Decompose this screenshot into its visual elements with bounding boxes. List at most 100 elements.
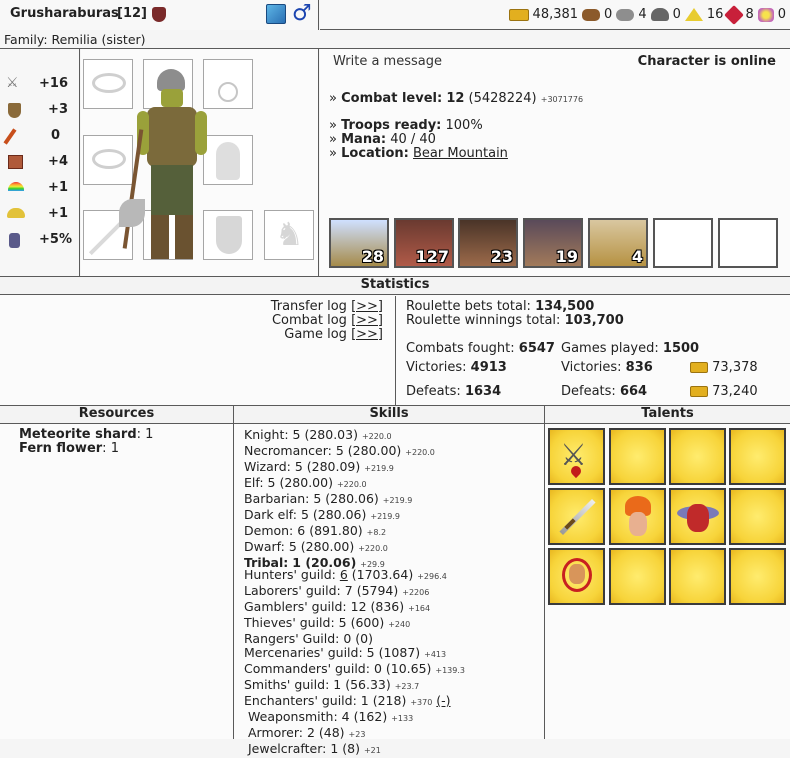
- stat-luck: +1: [6, 179, 76, 197]
- ore-icon: [616, 8, 635, 21]
- combat-log-label: Combat log: [271, 313, 347, 328]
- hunters-guild-link[interactable]: 6: [340, 567, 348, 582]
- resources-title: Resources: [0, 406, 233, 424]
- ring-slot-1[interactable]: [83, 59, 133, 109]
- ring-slot-2[interactable]: [83, 135, 133, 185]
- skills-title: Skills: [234, 406, 544, 424]
- resources-section: Resources Meteorite shard: 1 Fern flower…: [0, 406, 234, 739]
- game-log-link[interactable]: [>>]: [351, 327, 383, 342]
- family-text: Family: Remilia (sister): [4, 32, 146, 47]
- game-log-label: Game log: [284, 327, 347, 342]
- troop-slot-empty[interactable]: [653, 218, 713, 268]
- crystal-amount: 8: [745, 7, 754, 22]
- combat-log-row: Combat log [>>]: [272, 313, 383, 328]
- cloak-icon: [216, 142, 240, 180]
- write-message-link[interactable]: Write a message: [333, 54, 442, 69]
- talent-sword-icon[interactable]: [548, 488, 605, 545]
- family-bar: Family: Remilia (sister): [0, 30, 790, 49]
- faction-skills: Knight: 5 (280.03) +220.0 Necromancer: 5…: [244, 428, 435, 572]
- troop-count: 23: [490, 247, 513, 266]
- troop-slot-1[interactable]: 28: [329, 218, 389, 268]
- gems-icon: [757, 7, 774, 22]
- troop-count: 28: [361, 247, 384, 266]
- gold-icon: [690, 362, 708, 373]
- mana-label: Mana:: [341, 132, 387, 147]
- bullet: »: [329, 118, 337, 133]
- bullet: »: [329, 146, 337, 161]
- hero-portrait: [119, 69, 215, 269]
- mana-value: 40 / 40: [390, 132, 436, 147]
- troops-ready-value: 100%: [445, 118, 483, 133]
- troops-ready-label: Troops ready:: [341, 118, 442, 133]
- stats-values: Roulette bets total: 134,500 Roulette wi…: [406, 296, 790, 406]
- troop-slot-4[interactable]: 19: [523, 218, 583, 268]
- troop-slot-2[interactable]: 127: [394, 218, 454, 268]
- mount-slot[interactable]: ♞: [264, 210, 314, 260]
- stat-spellpower: 0: [3, 127, 76, 145]
- talent-crossed-axes-icon[interactable]: ⚔: [548, 428, 605, 485]
- resource-name: Meteorite shard: [19, 427, 137, 442]
- morale-icon: [7, 208, 25, 218]
- combat-defeats-value: 1634: [464, 384, 502, 399]
- skill-row: Dark elf: 5 (280.06) +219.9: [244, 507, 400, 522]
- talent-fire-head-icon[interactable]: [609, 488, 666, 545]
- location-link[interactable]: Bear Mountain: [413, 146, 508, 161]
- transfer-log-link[interactable]: [>>]: [351, 299, 383, 314]
- faction-crest-icon: [152, 7, 166, 22]
- roulette-winnings-value: 103,700: [564, 313, 624, 328]
- knowledge-value: +4: [48, 154, 68, 169]
- morale-value: +1: [48, 206, 68, 221]
- skill-row: Elf: 5 (280.00) +220.0: [244, 475, 367, 490]
- talent-empty[interactable]: [669, 428, 726, 485]
- defense-value: +3: [48, 102, 68, 117]
- talent-empty[interactable]: [729, 488, 786, 545]
- location-label: Location:: [341, 146, 409, 161]
- guild-row: Thieves' guild: 5 (600) +240: [244, 615, 411, 630]
- troop-slot-5[interactable]: 4: [588, 218, 648, 268]
- gems-amount: 0: [777, 7, 786, 22]
- stat-initiative: +5%: [6, 231, 76, 249]
- spellpower-icon: [3, 128, 17, 145]
- skill-row: Barbarian: 5 (280.06) +219.9: [244, 491, 413, 506]
- sulfur-icon: [684, 8, 703, 21]
- mercury-amount: 0: [672, 7, 681, 22]
- combats-fought-value: 6547: [518, 341, 555, 356]
- statistics-title: Statistics: [0, 277, 790, 295]
- skill-row: Wizard: 5 (280.09) +219.9: [244, 459, 394, 474]
- guild-row: Smiths' guild: 1 (56.33) +23.7: [244, 677, 420, 692]
- talent-empty[interactable]: [669, 548, 726, 605]
- gold-amount: 48,381: [532, 7, 579, 22]
- talent-empty[interactable]: [729, 428, 786, 485]
- troop-count: 4: [631, 247, 643, 266]
- shield-icon: [216, 216, 242, 254]
- combat-level-value: 12: [446, 91, 465, 106]
- horse-icon: ♞: [275, 215, 304, 253]
- combat-log-link[interactable]: [>>]: [351, 313, 383, 328]
- defense-icon: [8, 103, 21, 118]
- troop-slot-3[interactable]: 23: [458, 218, 518, 268]
- talent-empty[interactable]: [729, 548, 786, 605]
- craft-row: Weaponsmith: 4 (162) +133: [248, 709, 414, 724]
- troop-slot-empty[interactable]: [718, 218, 778, 268]
- profile-card-icon[interactable]: [266, 4, 286, 24]
- statistics-section: Statistics Transfer log [>>] Combat log …: [0, 276, 790, 406]
- guild-row: Hunters' guild: 6 (1703.64) +296.4: [244, 567, 447, 582]
- roulette-winnings-label: Roulette winnings total:: [406, 313, 561, 328]
- male-gender-icon: ♂: [292, 1, 312, 26]
- character-name: Grusharaburas: [10, 6, 119, 21]
- enchanters-toggle-link[interactable]: (-): [436, 693, 450, 708]
- talents-title: Talents: [545, 406, 790, 424]
- resource-count: 1: [145, 427, 154, 442]
- talent-berserk-icon[interactable]: [548, 548, 605, 605]
- talent-empty[interactable]: [609, 548, 666, 605]
- gold-icon: [690, 386, 708, 397]
- gold-won: 73,378: [712, 360, 758, 375]
- game-victories-value: 836: [625, 360, 653, 375]
- talent-winged-demon-icon[interactable]: [669, 488, 726, 545]
- talent-empty[interactable]: [609, 428, 666, 485]
- amulet-icon: [218, 82, 238, 102]
- skill-row: Demon: 6 (891.80) +8.2: [244, 523, 387, 538]
- guild-row: Enchanters' guild: 1 (218) +370 (-): [244, 693, 451, 708]
- stats-column: ⚔ +16 +3 0 +4 +1 +1 +5%: [0, 49, 80, 276]
- resource-item: Fern flower: 1: [19, 441, 119, 456]
